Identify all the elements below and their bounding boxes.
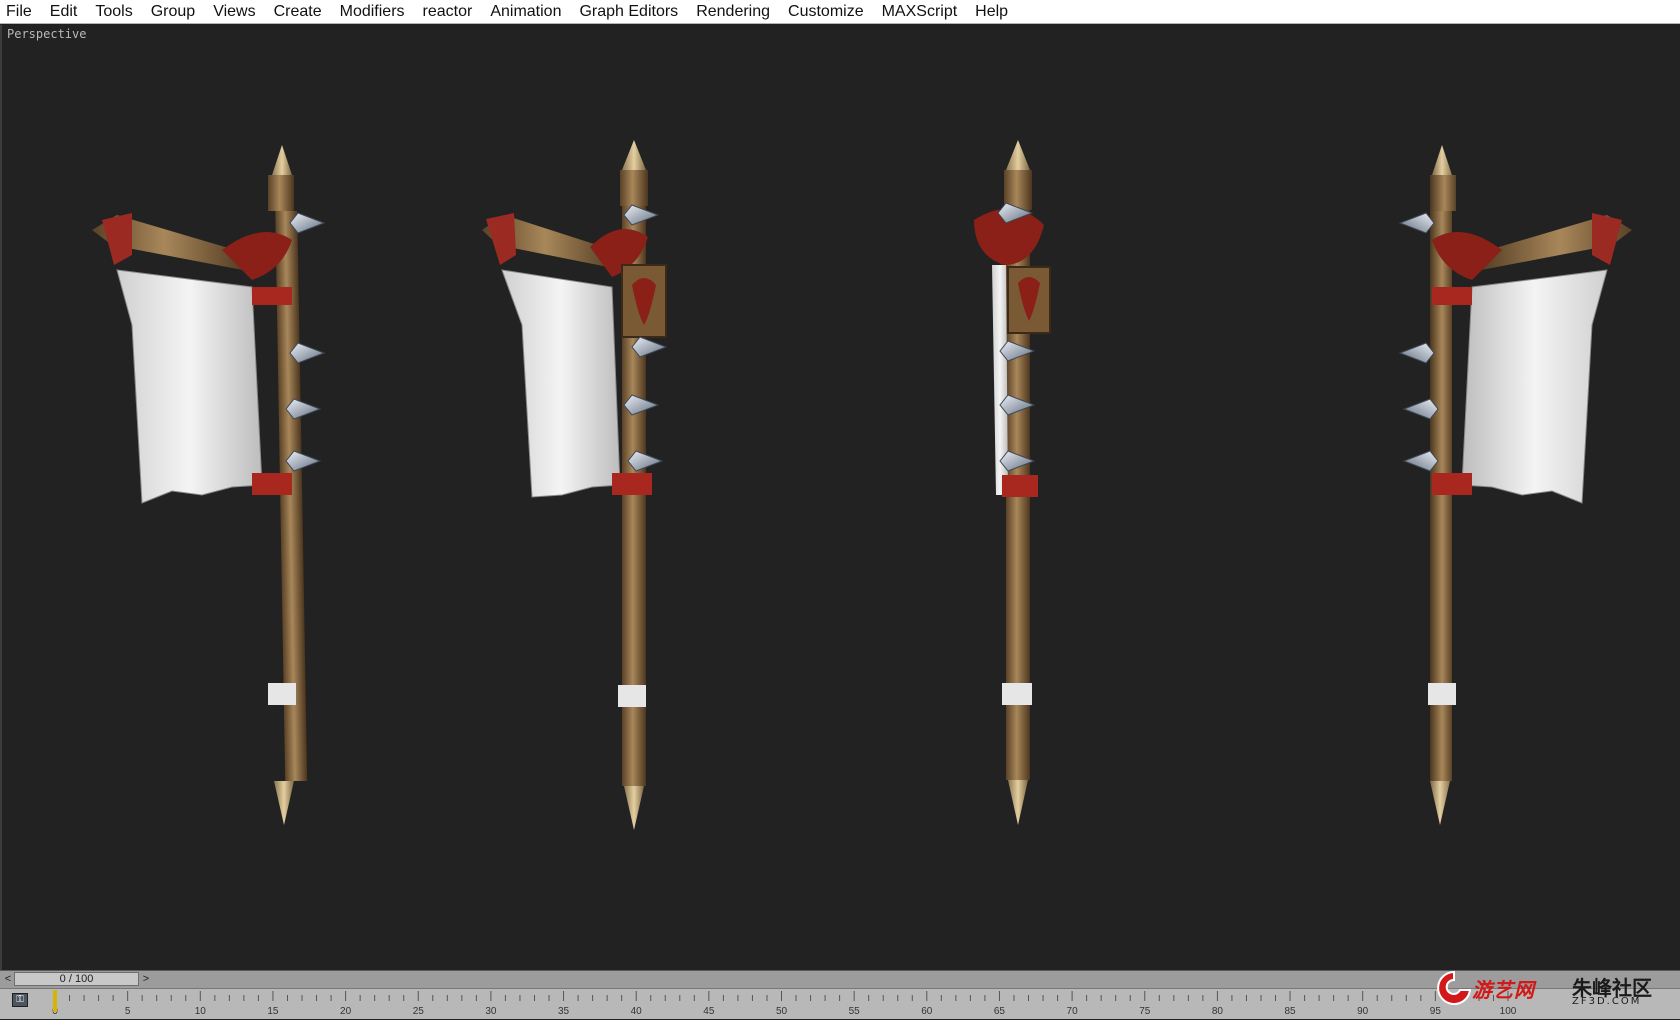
menu-create[interactable]: Create [265,0,331,24]
menu-reactor[interactable]: reactor [414,0,482,24]
trackbar-tick-label: 45 [703,1006,715,1017]
trackbar-tick-label: 35 [558,1006,570,1017]
menu-edit[interactable]: Edit [41,0,87,24]
menu-graph-editors[interactable]: Graph Editors [570,0,687,24]
menu-maxscript[interactable]: MAXScript [873,0,967,24]
menu-customize[interactable]: Customize [779,0,873,24]
time-slider[interactable]: < 0 / 100 > [0,970,1680,988]
menu-modifiers[interactable]: Modifiers [331,0,414,24]
menu-group[interactable]: Group [142,0,204,24]
trackbar-tick-label: 30 [485,1006,497,1017]
menu-help[interactable]: Help [966,0,1017,24]
trackbar-tick-label: 75 [1139,1006,1151,1017]
menu-file[interactable]: File [0,0,41,24]
trackbar-tick-label: 55 [849,1006,861,1017]
trackbar-tick-label: 90 [1357,1006,1369,1017]
menu-views[interactable]: Views [204,0,264,24]
trackbar-tick-label: 80 [1212,1006,1224,1017]
time-slider-prev-button[interactable]: < [2,972,14,986]
trackbar-tick-label: 85 [1284,1006,1296,1017]
watermark-site-name: 游艺网 [1472,978,1535,1002]
time-slider-thumb[interactable]: 0 / 100 [14,972,139,986]
trackbar-tick-label: 40 [631,1006,643,1017]
trackbar-tick-label: 15 [267,1006,279,1017]
watermark-domain: ZF3D.COM [1572,996,1642,1007]
watermark-swirl-icon [1437,970,1472,1005]
trackbar-tick-label: 60 [921,1006,933,1017]
trackbar-tick-label: 65 [994,1006,1006,1017]
perspective-viewport[interactable]: Perspective [0,25,1680,970]
watermark-logo: 游艺网 朱峰社区 ZF3D.COM [1434,968,1674,1014]
trackbar-tick-label: 20 [340,1006,352,1017]
menu-tools[interactable]: Tools [86,0,141,24]
trackbar-tick-label: 50 [776,1006,788,1017]
banner-pole-view-2[interactable] [472,25,692,885]
key-filter-icon[interactable]: ⚿ [12,993,28,1007]
trackbar-tick-label: 10 [195,1006,207,1017]
current-frame-marker[interactable] [53,990,57,1012]
trackbar-ruler: 0510152025303540455055606570758085909510… [52,990,1517,1017]
banner-pole-view-1[interactable] [72,25,352,885]
banner-pole-view-4[interactable] [1372,25,1652,885]
menu-rendering[interactable]: Rendering [687,0,779,24]
banner-pole-view-3[interactable] [962,25,1082,885]
trackbar-tick-label: 70 [1067,1006,1079,1017]
trackbar-tick-label: 5 [125,1006,131,1017]
trackbar-tick-label: 25 [413,1006,425,1017]
menu-bar: File Edit Tools Group Views Create Modifiers re… [0,0,1680,24]
menu-animation[interactable]: Animation [481,0,570,24]
time-slider-next-button[interactable]: > [140,972,152,986]
trackbar[interactable]: 0510152025303540455055606570758085909510… [0,988,1680,1019]
